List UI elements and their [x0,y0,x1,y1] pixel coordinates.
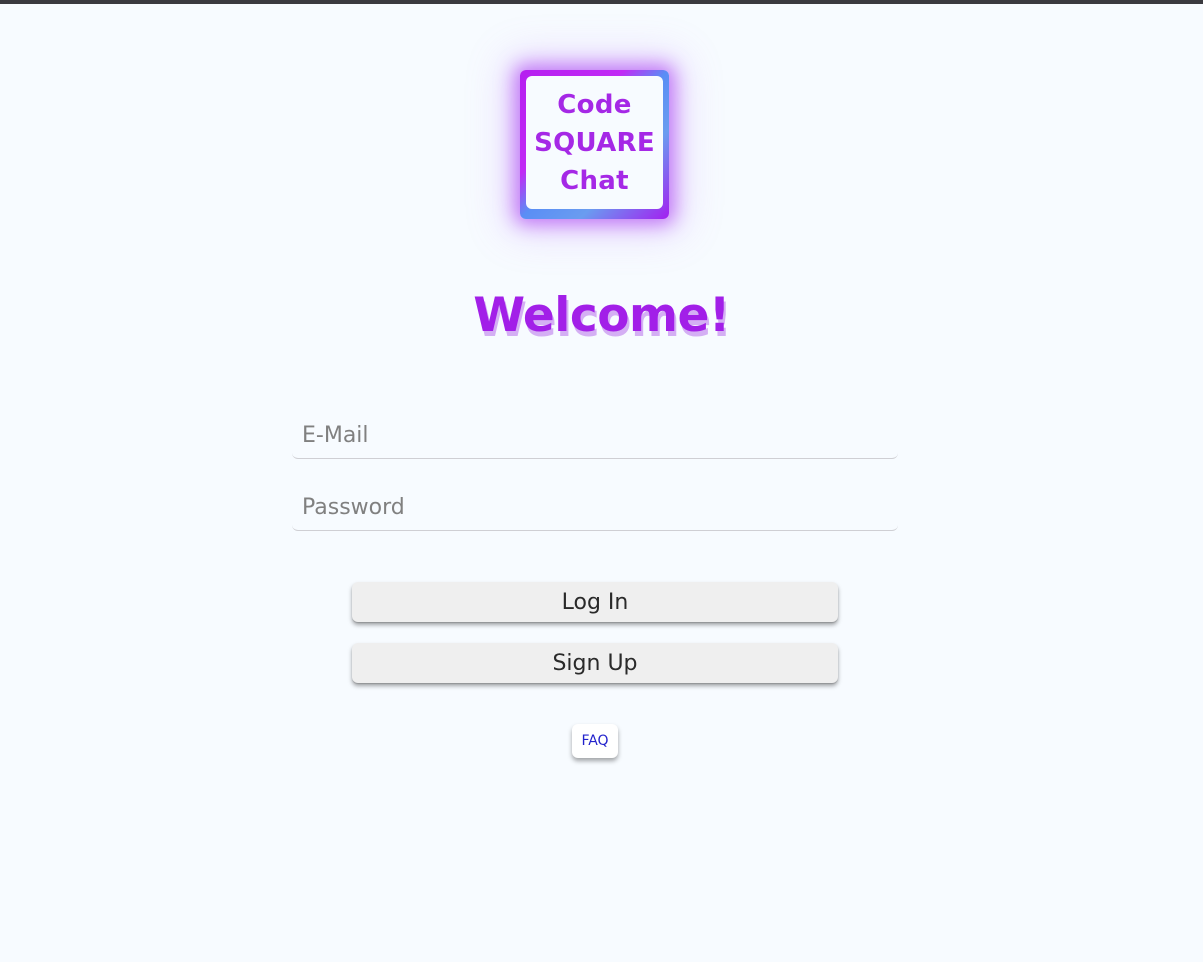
email-field[interactable] [292,413,898,459]
page-title: Welcome! [473,288,730,343]
logo-inner: Code SQUARE Chat [526,76,663,209]
logo-text-line-2: SQUARE [534,127,655,158]
logo-text-line-3: Chat [560,165,629,196]
faq-button[interactable]: FAQ [572,724,618,758]
logo-text-line-1: Code [557,89,632,120]
password-field[interactable] [292,485,898,531]
signup-button[interactable]: Sign Up [352,643,838,683]
login-button[interactable]: Log In [352,582,838,622]
logo-icon: Code SQUARE Chat [520,70,669,219]
window-top-bar [0,0,1203,4]
